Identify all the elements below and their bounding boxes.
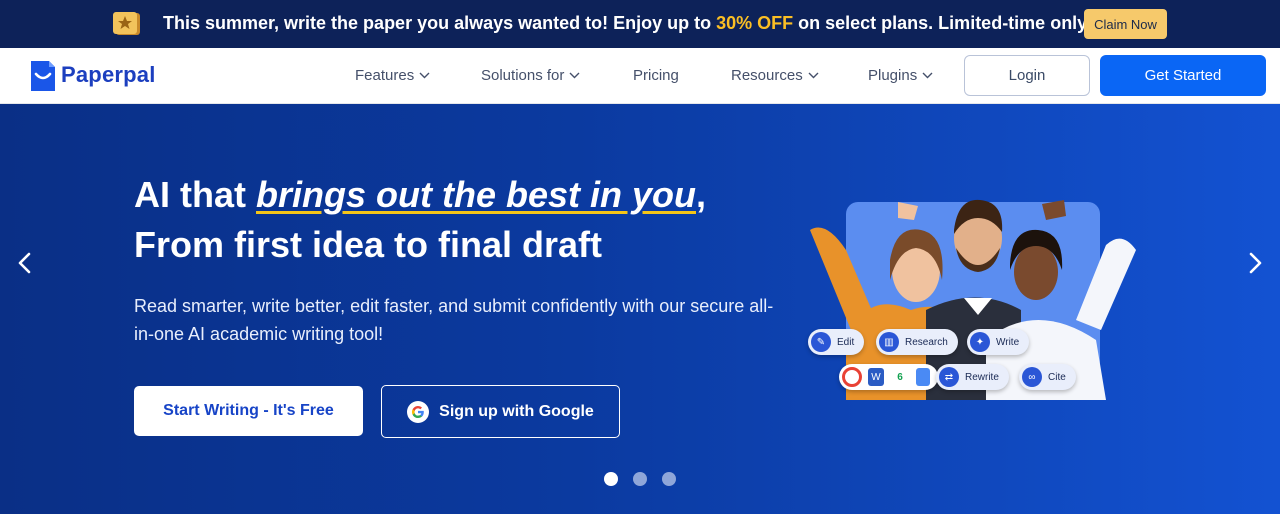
overleaf-icon: 6 [890, 367, 910, 387]
nav-plugins-label: Plugins [868, 67, 918, 84]
get-started-button[interactable]: Get Started [1100, 55, 1266, 96]
chevron-down-icon [808, 72, 819, 79]
hero-headline: AI that brings out the best in you, From… [134, 170, 706, 270]
paperpal-logo[interactable]: Paperpal [29, 57, 156, 93]
hero-carousel: AI that brings out the best in you, From… [0, 104, 1280, 514]
paperpal-logo-icon [31, 61, 55, 91]
carousel-prev-arrow-icon[interactable] [13, 251, 37, 275]
nav-resources[interactable]: Resources [731, 67, 819, 84]
headline-suffix: , [696, 174, 707, 215]
sparkle-icon: ✦ [970, 332, 990, 352]
rewrite-arrows-icon: ⇄ [939, 367, 959, 387]
chip-edit-label: Edit [837, 336, 855, 348]
nav-plugins[interactable]: Plugins [868, 67, 933, 84]
hero-illustration: ✎ Edit ▥ Research ✦ Write W 6 ⇄ Rewrite … [806, 190, 1138, 400]
promo-text-before: This summer, write the paper you always … [163, 13, 717, 33]
headline-emphasis: brings out the best in you [256, 174, 696, 215]
carousel-next-arrow-icon[interactable] [1243, 251, 1267, 275]
chevron-down-icon [419, 72, 430, 79]
integrations-chip: W 6 [839, 364, 938, 390]
carousel-dot-2[interactable] [633, 472, 647, 486]
nav-pricing[interactable]: Pricing [633, 67, 679, 84]
top-navigation: Paperpal Features Solutions for Pricing … [0, 48, 1280, 104]
nav-features-label: Features [355, 67, 415, 84]
chevron-down-icon [922, 72, 933, 79]
chip-cite[interactable]: ∞ Cite [1019, 364, 1076, 390]
chevron-down-icon [569, 72, 580, 79]
nav-solutions-label: Solutions for [481, 67, 565, 84]
chip-write[interactable]: ✦ Write [967, 329, 1030, 355]
books-icon: ▥ [879, 332, 899, 352]
link-icon: ∞ [1022, 367, 1042, 387]
google-icon [407, 400, 430, 423]
word-icon: W [868, 368, 884, 386]
chip-write-label: Write [996, 336, 1020, 348]
chip-research-label: Research [905, 336, 948, 348]
pen-icon: ✎ [811, 332, 831, 352]
logo-text: Paperpal [61, 62, 156, 87]
google-docs-icon [916, 368, 930, 386]
promo-message: This summer, write the paper you always … [163, 13, 1093, 34]
promo-text-after: on select plans. Limited-time only! [793, 13, 1094, 33]
nav-pricing-label: Pricing [633, 67, 679, 84]
chip-edit[interactable]: ✎ Edit [808, 329, 865, 355]
claim-now-button[interactable]: Claim Now [1084, 9, 1167, 39]
promo-bar: This summer, write the paper you always … [0, 0, 1280, 48]
hero-subtitle: Read smarter, write better, edit faster,… [134, 296, 774, 344]
chip-rewrite-label: Rewrite [965, 371, 999, 383]
google-signup-button[interactable]: Sign up with Google [381, 385, 620, 438]
promo-discount: 30% OFF [716, 13, 794, 33]
nav-resources-label: Resources [731, 67, 803, 84]
headline-line2: From first idea to final draft [134, 224, 603, 265]
carousel-dots [604, 472, 676, 486]
google-signup-label: Sign up with Google [439, 402, 594, 420]
chrome-icon [842, 367, 862, 387]
chip-rewrite[interactable]: ⇄ Rewrite [936, 364, 1009, 390]
chip-cite-label: Cite [1048, 371, 1066, 383]
chip-research[interactable]: ▥ Research [876, 329, 958, 355]
login-button[interactable]: Login [964, 55, 1090, 96]
nav-solutions[interactable]: Solutions for [481, 67, 580, 84]
carousel-dot-3[interactable] [662, 472, 676, 486]
headline-prefix: AI that [134, 174, 256, 215]
carousel-dot-1[interactable] [604, 472, 618, 486]
nav-features[interactable]: Features [355, 67, 430, 84]
start-writing-button[interactable]: Start Writing - It's Free [134, 386, 363, 436]
star-ticket-icon [113, 12, 140, 35]
